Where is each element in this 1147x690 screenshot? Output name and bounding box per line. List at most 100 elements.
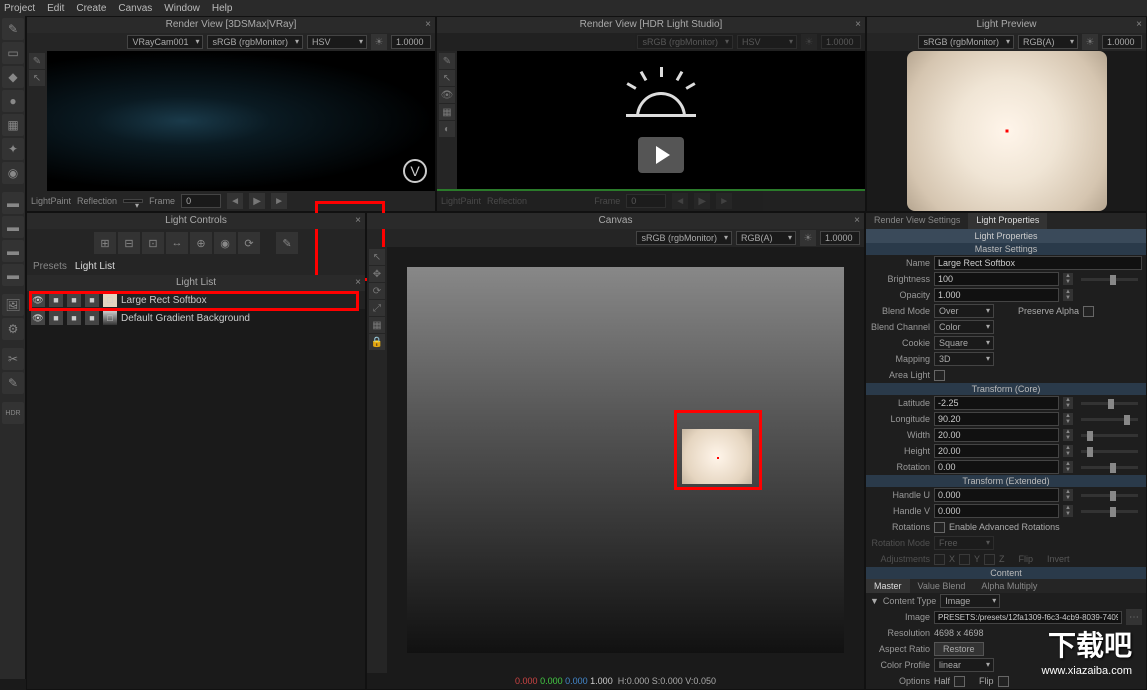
lc-btn-2[interactable]: ⊟ <box>118 232 140 254</box>
tab-lightlist[interactable]: Light List <box>75 261 115 272</box>
rotation-input[interactable] <box>934 460 1059 474</box>
browse-icon[interactable]: ⋯ <box>1126 609 1142 625</box>
flip-checkbox[interactable] <box>998 676 1009 687</box>
lightpaint-mode[interactable]: LightPaint <box>31 196 71 206</box>
rotation-slider[interactable] <box>1081 466 1138 469</box>
spin-down-icon[interactable]: ▼ <box>1063 495 1073 501</box>
exposure-icon[interactable]: ☀ <box>800 230 816 246</box>
canvas-colorspace-dropdown[interactable]: sRGB (rgbMonitor) <box>636 231 732 245</box>
tool-grad4-icon[interactable]: ▬ <box>2 264 24 286</box>
transform-ext-header[interactable]: Transform (Extended) <box>866 475 1146 487</box>
hu-slider[interactable] <box>1081 494 1138 497</box>
link-icon[interactable]: ■ <box>85 311 99 325</box>
hdr-colorspace-dropdown[interactable]: sRGB (rgbMonitor) <box>637 35 733 49</box>
hdr-next-icon[interactable]: ► <box>716 193 732 209</box>
lon-slider[interactable] <box>1081 418 1138 421</box>
brush-icon[interactable]: ✎ <box>29 53 45 69</box>
hu-input[interactable] <box>934 488 1059 502</box>
tool-rect-icon[interactable]: ▭ <box>2 42 24 64</box>
lock-icon[interactable]: ■ <box>67 311 81 325</box>
hdr-play-icon[interactable]: ▶ <box>694 193 710 209</box>
tool-edit-icon[interactable]: ✎ <box>2 372 24 394</box>
tab-presets[interactable]: Presets <box>33 261 67 272</box>
content-tab-valueblend[interactable]: Value Blend <box>910 579 974 593</box>
lat-slider[interactable] <box>1081 402 1138 405</box>
arealight-checkbox[interactable] <box>934 370 945 381</box>
cursor-icon[interactable]: ↖ <box>439 70 455 86</box>
close-icon[interactable]: × <box>425 17 431 33</box>
visibility-icon[interactable]: 👁 <box>31 311 45 325</box>
solo-icon[interactable]: ■ <box>49 311 63 325</box>
spin-down-icon[interactable]: ▼ <box>1063 511 1073 517</box>
mapping-dropdown[interactable]: 3D <box>934 352 994 366</box>
tool-cut-icon[interactable]: ✂ <box>2 348 24 370</box>
canvas-channel-dropdown[interactable]: RGB(A) <box>736 231 796 245</box>
tool-hdr-icon[interactable]: HDR <box>2 402 24 424</box>
tool-wand-icon[interactable]: ✦ <box>2 138 24 160</box>
hv-input[interactable] <box>934 504 1059 518</box>
close-icon[interactable]: × <box>355 275 361 291</box>
preview-viewport[interactable] <box>867 51 1146 211</box>
tool-shape-icon[interactable]: ◆ <box>2 66 24 88</box>
next-frame-icon[interactable]: ► <box>271 193 287 209</box>
close-icon[interactable]: × <box>1136 17 1142 33</box>
grid-icon[interactable]: ▦ <box>439 104 455 120</box>
reflection-mode[interactable]: Reflection <box>77 196 117 206</box>
content-tab-alphamult[interactable]: Alpha Multiply <box>973 579 1045 593</box>
cookie-dropdown[interactable]: Square <box>934 336 994 350</box>
lc-btn-6[interactable]: ◉ <box>214 232 236 254</box>
tool-ring-icon[interactable]: ◉ <box>2 162 24 184</box>
canvas-exposure[interactable]: 1.0000 <box>820 231 860 245</box>
hdr-frame-value[interactable]: 0 <box>626 194 666 208</box>
render-viewport[interactable]: V <box>47 51 435 191</box>
spin-down-icon[interactable]: ▼ <box>1063 435 1073 441</box>
exposure-icon[interactable]: ☀ <box>1082 34 1098 50</box>
exposure-icon[interactable]: ☀ <box>801 34 817 50</box>
menu-edit[interactable]: Edit <box>47 3 64 14</box>
lock-icon[interactable]: 🔒 <box>369 334 385 350</box>
tool-grad2-icon[interactable]: ▬ <box>2 216 24 238</box>
menu-help[interactable]: Help <box>212 3 233 14</box>
spin-down-icon[interactable]: ▼ <box>1063 467 1073 473</box>
restore-button[interactable]: Restore <box>934 642 984 656</box>
preserve-alpha-checkbox[interactable] <box>1083 306 1094 317</box>
image-path-input[interactable] <box>934 611 1122 624</box>
view-icon[interactable]: 👁 <box>439 87 455 103</box>
canvas-viewport[interactable] <box>407 267 844 653</box>
hv-slider[interactable] <box>1081 510 1138 513</box>
lc-btn-3[interactable]: ⊡ <box>142 232 164 254</box>
tab-light-properties[interactable]: Light Properties <box>968 213 1047 229</box>
play-button[interactable] <box>638 137 684 173</box>
tool-grad1-icon[interactable]: ▬ <box>2 192 24 214</box>
mode-dropdown[interactable]: HSV <box>307 35 367 49</box>
opacity-input[interactable] <box>934 288 1059 302</box>
rotate-icon[interactable]: ⟳ <box>369 283 385 299</box>
content-section-header[interactable]: Content <box>866 567 1146 579</box>
preview-colorspace-dropdown[interactable]: sRGB (rgbMonitor) <box>918 35 1014 49</box>
content-tab-master[interactable]: Master <box>866 579 910 593</box>
transform-core-header[interactable]: Transform (Core) <box>866 383 1146 395</box>
width-input[interactable] <box>934 428 1059 442</box>
contenttype-dropdown[interactable]: Image <box>940 594 1000 608</box>
hdr-viewport[interactable] <box>457 51 865 189</box>
cursor-icon[interactable]: ↖ <box>369 249 385 265</box>
spin-down-icon[interactable]: ▼ <box>1063 451 1073 457</box>
blendmode-dropdown[interactable]: Over <box>934 304 994 318</box>
brush-icon[interactable]: ✎ <box>439 53 455 69</box>
lon-input[interactable] <box>934 412 1059 426</box>
blendchannel-dropdown[interactable]: Color <box>934 320 994 334</box>
exposure-value[interactable]: 1.0000 <box>391 35 431 49</box>
tool-grad3-icon[interactable]: ▬ <box>2 240 24 262</box>
play-icon[interactable]: ▶ <box>249 193 265 209</box>
height-input[interactable] <box>934 444 1059 458</box>
camera-dropdown[interactable]: VRayCam001 <box>127 35 203 49</box>
name-input[interactable] <box>934 256 1142 270</box>
scale-icon[interactable]: ⤢ <box>369 300 385 316</box>
grid-icon[interactable]: ▦ <box>369 317 385 333</box>
spin-down-icon[interactable]: ▼ <box>1063 279 1073 285</box>
preview-channel-dropdown[interactable]: RGB(A) <box>1018 35 1078 49</box>
adv-rotations-checkbox[interactable] <box>934 522 945 533</box>
close-icon[interactable]: × <box>355 213 361 229</box>
mode-dd[interactable] <box>123 199 143 203</box>
width-slider[interactable] <box>1081 434 1138 437</box>
